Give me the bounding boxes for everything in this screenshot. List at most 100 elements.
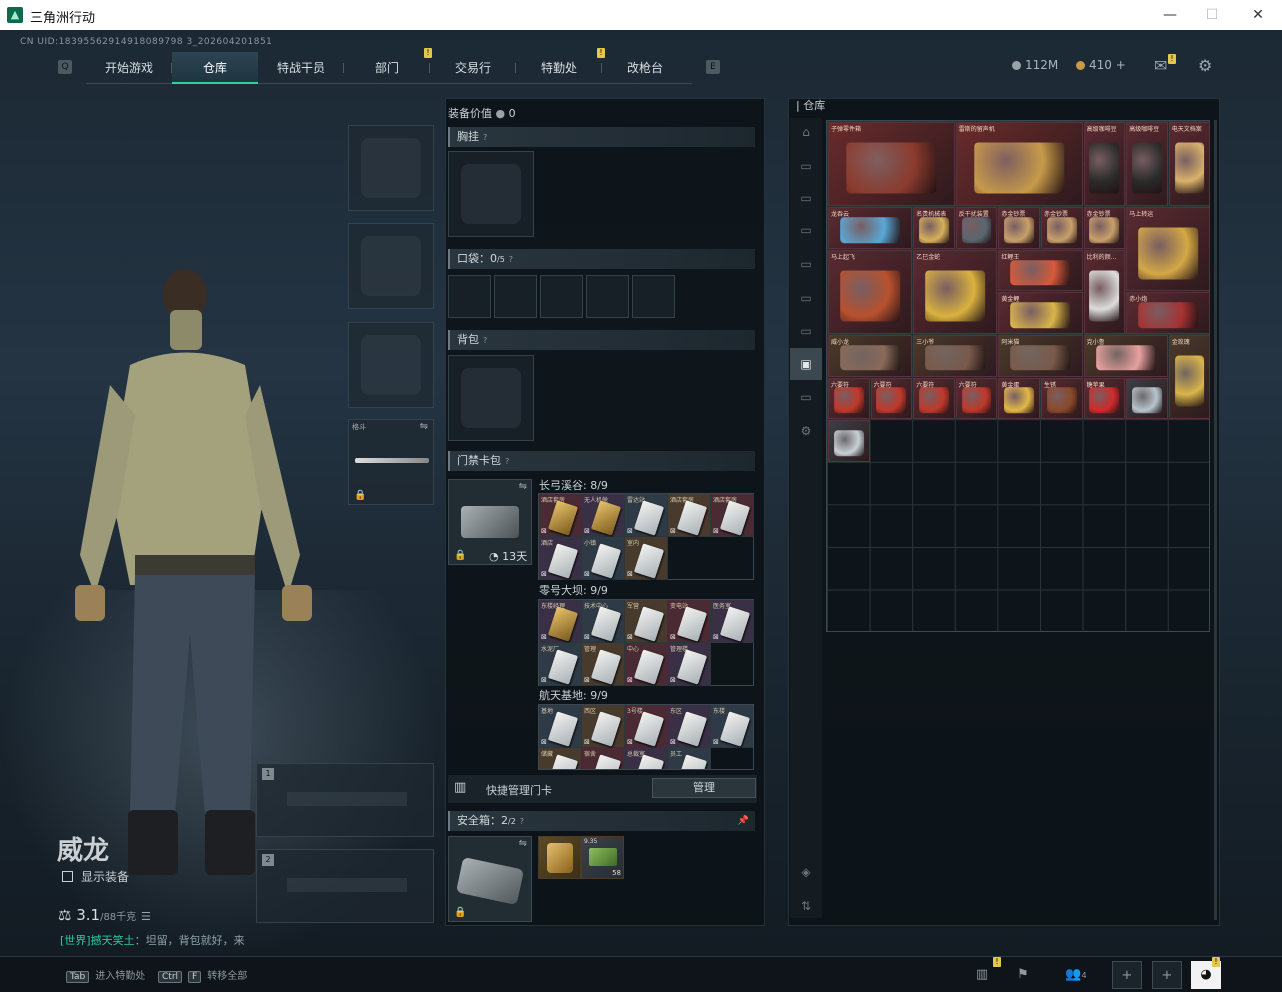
help-icon[interactable]: ? [505, 457, 509, 466]
keycard-item[interactable]: 水泥厂 ⊠ [539, 643, 582, 686]
pistol-slot[interactable] [348, 322, 434, 408]
tab-trade[interactable]: 交易行 [430, 52, 516, 84]
checkbox[interactable] [62, 871, 73, 882]
list-icon[interactable]: ☰ [141, 910, 151, 923]
warehouse-item[interactable]: 电天文档案 [1168, 122, 1211, 207]
keycard-item[interactable]: 管理楼 ⊠ [668, 643, 711, 686]
category-1-icon[interactable]: ▭ [790, 150, 822, 182]
keycard-item[interactable]: 小镇 ⊠ [582, 537, 625, 580]
tab-operators[interactable]: 特战干员 [258, 52, 344, 84]
warehouse-item[interactable]: 子弹零件箱 [828, 122, 955, 207]
keycard-item[interactable]: 酒店套房 ⊠ [711, 494, 754, 537]
coin-display[interactable]: 410 + [1076, 58, 1126, 72]
category-3-icon[interactable]: ▭ [790, 214, 822, 246]
keycard-item[interactable]: 酒店 ⊠ [539, 537, 582, 580]
help-icon[interactable]: ? [520, 817, 524, 826]
maximize-button[interactable]: ☐ [1197, 4, 1227, 26]
hotkey-transfer-all[interactable]: Ctrl F 转移全部 [158, 967, 247, 983]
warehouse-item[interactable]: 克小鲁 [1083, 335, 1168, 377]
keycard-item[interactable]: 宿舍⊠ [582, 748, 625, 769]
warehouse-item[interactable]: 反干扰装置 [955, 207, 998, 249]
helmet-slot[interactable] [348, 125, 434, 211]
backpack-slot[interactable] [448, 355, 534, 441]
warehouse-item[interactable] [1126, 377, 1168, 420]
layers-icon[interactable]: ◈ [790, 856, 822, 888]
warehouse-item[interactable]: 黄金鲤 [998, 292, 1083, 334]
warehouse-item[interactable]: 赤金钞票 [998, 207, 1040, 249]
keycard-item[interactable]: 雷达站 ⊠ [625, 494, 668, 537]
keycard-item[interactable]: 医务室 ⊠ [711, 600, 754, 643]
warehouse-item[interactable]: 名贵机械表 [913, 207, 955, 249]
warehouse-item[interactable]: 红鲤王 [998, 249, 1083, 292]
safebox-item-1[interactable] [538, 836, 581, 879]
swap-icon[interactable]: ⇋ [519, 838, 527, 849]
friends-icon[interactable]: 👥4 [1056, 961, 1096, 989]
minimize-button[interactable]: — [1155, 4, 1185, 26]
warehouse-item[interactable]: 比利的颜… [1083, 249, 1126, 334]
keycard-item[interactable]: 军营 ⊠ [625, 600, 668, 643]
warehouse-scrollbar[interactable] [1214, 120, 1217, 920]
keycard-item[interactable]: 无人机舱 ⊠ [582, 494, 625, 537]
warehouse-item[interactable]: 生锈 [1041, 377, 1083, 420]
pocket-slot[interactable] [540, 275, 583, 318]
warehouse-item[interactable]: 赤金钞票 [1083, 207, 1126, 249]
tab-start-game[interactable]: 开始游戏 [86, 52, 172, 84]
keycard-item[interactable]: 室内 ⊠ [625, 537, 668, 580]
keycard-item[interactable]: 员工⊠ [668, 748, 711, 769]
category-8-icon[interactable]: ▭ [790, 381, 822, 413]
category-5-icon[interactable]: ▭ [790, 282, 822, 314]
pocket-slot[interactable] [632, 275, 675, 318]
tab-special-ops[interactable]: 特勤处 [516, 52, 602, 84]
keycard-item[interactable]: 储藏⊠ [539, 748, 582, 769]
warehouse-item[interactable]: 阿米猫 [998, 335, 1083, 377]
keycard-case-slot[interactable]: ⇋ 🔒 ◔ 13天 [448, 479, 532, 565]
swap-icon[interactable]: ⇋ [420, 421, 428, 432]
mail-icon[interactable]: ✉ [1154, 56, 1167, 75]
pocket-slot[interactable] [448, 275, 491, 318]
nav-prev-key[interactable]: Q [58, 60, 72, 74]
keycard-item[interactable]: 管理 ⊠ [582, 643, 625, 686]
close-button[interactable]: ✕ [1243, 4, 1273, 26]
nav-next-key[interactable]: E [706, 60, 720, 74]
hotkey-special-ops[interactable]: Tab 进入特勤处 [66, 967, 145, 983]
warehouse-item[interactable]: 乙巳金蛇 [913, 249, 998, 334]
warehouse-item[interactable]: 高级咖啡豆 [1083, 122, 1126, 207]
keycard-item[interactable]: 西区 ⊠ [582, 705, 625, 748]
warehouse-item[interactable]: 金玫瑰 [1168, 335, 1211, 420]
keycard-item[interactable]: 基地 ⊠ [539, 705, 582, 748]
category-2-icon[interactable]: ▭ [790, 182, 822, 214]
manage-button[interactable]: 管理 [652, 778, 756, 798]
swap-icon[interactable]: ⇋ [519, 481, 527, 492]
help-icon[interactable]: ? [509, 255, 513, 264]
keycard-item[interactable]: 东区 ⊠ [668, 705, 711, 748]
armor-slot[interactable] [348, 223, 434, 309]
tab-gunsmith[interactable]: 改枪台 [602, 52, 688, 84]
pocket-slot[interactable] [494, 275, 537, 318]
keycard-item[interactable]: 中心 ⊠ [625, 643, 668, 686]
pocket-slot[interactable] [586, 275, 629, 318]
keycard-item[interactable]: 变电站 ⊠ [668, 600, 711, 643]
invite-slot-button[interactable]: + [1152, 961, 1182, 989]
keycard-item[interactable]: 东楼经理 ⊠ [539, 600, 582, 643]
warehouse-item[interactable]: 马上起飞 [828, 249, 913, 334]
world-chat-message[interactable]: [世界]撼天笑土：坦留，背包就好，来 [60, 932, 245, 948]
warehouse-item[interactable]: 威小龙 [828, 335, 913, 377]
warehouse-item[interactable]: 六要符 [955, 377, 998, 420]
warehouse-item[interactable]: 六要符 [913, 377, 955, 420]
sort-icon[interactable]: ⇅ [790, 890, 822, 922]
help-icon[interactable]: ? [483, 336, 487, 345]
category-all-icon[interactable]: ⌂ [790, 116, 822, 148]
tab-warehouse[interactable]: 仓库 [172, 52, 258, 84]
warehouse-item[interactable]: 黄金蛋 [998, 377, 1040, 420]
warehouse-item[interactable]: 糖苹果 [1083, 377, 1126, 420]
primary-weapon-slot-1[interactable]: 1 [256, 763, 434, 837]
show-equipment-toggle[interactable]: 显示装备 [62, 868, 129, 885]
warehouse-item[interactable]: 高级咖啡豆 [1126, 122, 1168, 207]
warehouse-item[interactable]: 马上转运 [1126, 207, 1211, 292]
warehouse-item[interactable]: 雷斯的留声机 [955, 122, 1083, 207]
invite-slot-button[interactable]: + [1112, 961, 1142, 989]
warehouse-item[interactable]: 赤小炮 [1126, 292, 1211, 334]
pin-icon[interactable]: 📌 [738, 811, 749, 831]
safebox-item-2[interactable]: 9.35 58 [581, 836, 624, 879]
keycard-item[interactable]: 酒店套房 ⊠ [539, 494, 582, 537]
